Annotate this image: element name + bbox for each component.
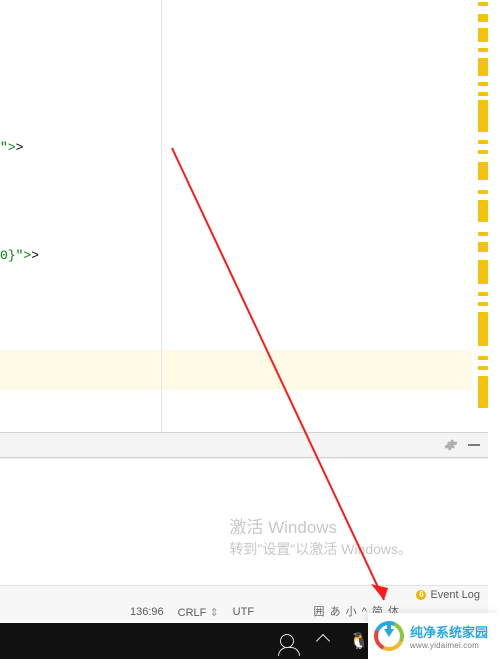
event-log-label: Event Log xyxy=(430,589,480,601)
highlighted-line xyxy=(0,350,472,390)
site-url: www.yidaimei.com xyxy=(410,641,488,650)
file-encoding[interactable]: UTF xyxy=(233,606,254,618)
code-fragment: 0}">> xyxy=(0,248,39,263)
gear-icon[interactable] xyxy=(444,438,458,452)
site-logo-icon xyxy=(374,621,404,651)
site-watermark: 纯净系统家园 www.yidaimei.com xyxy=(368,613,500,659)
windows-activation-watermark: 激活 Windows 转到"设置"以激活 Windows。 xyxy=(229,517,412,559)
site-name: 纯净系统家园 xyxy=(410,622,488,641)
marker-stripe[interactable] xyxy=(476,0,488,439)
event-count-badge: 6 xyxy=(416,590,426,600)
line-separator[interactable]: CRLF ⇕ xyxy=(178,606,219,619)
caret-position[interactable]: 136:96 xyxy=(130,606,164,618)
event-log-button[interactable]: 6 Event Log xyxy=(416,589,480,601)
panel-toolbar xyxy=(0,432,488,458)
tray-chevron-icon[interactable] xyxy=(308,626,338,656)
watermark-title: 激活 Windows xyxy=(229,517,412,540)
watermark-subtitle: 转到"设置"以激活 Windows。 xyxy=(229,540,412,559)
ide-status-bar-upper: 6 Event Log xyxy=(0,585,488,603)
contacts-icon[interactable] xyxy=(272,626,302,656)
minimize-icon[interactable] xyxy=(468,444,480,446)
code-fragment: ">> xyxy=(0,140,23,155)
